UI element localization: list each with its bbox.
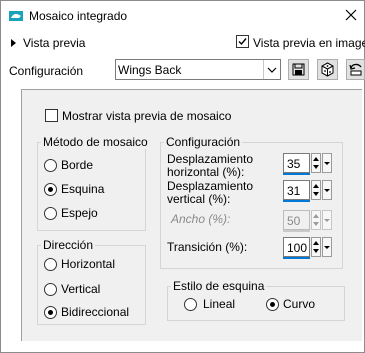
transition-input[interactable]: 100 — [283, 237, 310, 257]
direction-group: Dirección Horizontal Vertical Bidireccio… — [37, 238, 146, 325]
direction-title: Dirección — [41, 238, 96, 252]
v-offset-slider-button[interactable] — [322, 180, 332, 200]
transition-label: Transición (%): — [167, 240, 248, 254]
dialog-window: Mosaico integrado Vista previa Vista pre… — [0, 0, 365, 353]
randomize-button[interactable] — [317, 59, 338, 80]
check-icon — [238, 38, 247, 46]
chevron-down-icon — [324, 246, 330, 249]
updown-arrows-icon — [313, 184, 319, 196]
h-offset-slider[interactable] — [283, 173, 310, 175]
transition-spinner[interactable]: 100 — [283, 237, 332, 259]
radio-borde[interactable] — [44, 159, 57, 172]
chevron-down-icon — [324, 162, 330, 165]
preview-expander-label[interactable]: Vista previa — [23, 36, 85, 50]
h-offset-label-2: horizontal (%): — [167, 165, 245, 179]
updown-arrows-icon — [313, 241, 319, 253]
width-slider-button — [322, 210, 332, 230]
width-label: Ancho (%): — [171, 212, 231, 226]
width-value: 50 — [287, 214, 301, 228]
v-offset-slider[interactable] — [283, 200, 310, 202]
settings-panel: Mostrar vista previa de mosaico Método d… — [21, 89, 362, 341]
radio-esquina[interactable] — [44, 183, 57, 196]
save-icon — [292, 63, 305, 76]
preset-dropdown[interactable]: Wings Back — [115, 59, 281, 80]
save-preset-button[interactable] — [288, 59, 309, 80]
v-offset-spinner[interactable]: 31 — [283, 180, 332, 202]
h-offset-updown[interactable] — [311, 153, 321, 173]
reset-icon — [349, 63, 362, 76]
h-offset-label-1: Desplazamiento — [167, 152, 254, 166]
tiling-method-group: Método de mosaico Borde Esquina Espejo — [37, 135, 150, 231]
width-slider — [283, 230, 310, 232]
updown-arrows-icon — [313, 214, 319, 226]
transition-slider-button[interactable] — [322, 237, 332, 257]
radio-lineal-label: Lineal — [203, 297, 236, 311]
h-offset-input[interactable]: 35 — [283, 153, 310, 173]
transition-updown[interactable] — [311, 237, 321, 257]
width-spinner: 50 — [283, 210, 332, 232]
reset-button[interactable] — [346, 59, 365, 80]
radio-curvo-label: Curvo — [283, 297, 316, 311]
v-offset-label-1: Desplazamiento — [167, 179, 254, 193]
tiling-method-title: Método de mosaico — [41, 135, 150, 149]
updown-arrows-icon — [313, 157, 319, 169]
show-tile-preview-label: Mostrar vista previa de mosaico — [62, 109, 232, 123]
radio-espejo[interactable] — [44, 207, 57, 220]
settings-title: Configuración — [164, 135, 243, 149]
h-offset-slider-button[interactable] — [322, 153, 332, 173]
v-offset-input[interactable]: 31 — [283, 180, 310, 200]
app-icon — [9, 11, 23, 21]
h-offset-value: 35 — [287, 157, 301, 171]
window-title: Mosaico integrado — [29, 9, 128, 23]
chevron-down-icon — [324, 219, 330, 222]
radio-bidireccional-label: Bidireccional — [61, 305, 130, 319]
settings-group: Configuración Desplazamiento horizontal … — [160, 135, 343, 269]
radio-esquina-label: Esquina — [61, 182, 105, 196]
radio-horizontal-label: Horizontal — [61, 257, 116, 271]
chevron-down-icon — [324, 189, 330, 192]
transition-value: 100 — [287, 241, 308, 255]
v-offset-value: 31 — [287, 184, 301, 198]
corner-style-title: Estilo de esquina — [171, 279, 267, 293]
preview-on-image-checkbox[interactable] — [236, 35, 249, 48]
v-offset-label-2: vertical (%): — [167, 192, 231, 206]
radio-curvo[interactable] — [266, 298, 279, 311]
radio-bidireccional[interactable] — [44, 306, 57, 319]
width-input: 50 — [283, 210, 310, 230]
radio-lineal[interactable] — [184, 298, 197, 311]
close-icon[interactable] — [344, 8, 358, 22]
config-label: Configuración — [9, 64, 84, 78]
radio-borde-label: Borde — [61, 158, 94, 172]
radio-espejo-label: Espejo — [61, 206, 98, 220]
radio-vertical-label: Vertical — [61, 282, 101, 296]
expand-arrow-icon[interactable] — [10, 38, 18, 48]
preview-on-image-label: Vista previa en imagen — [253, 36, 365, 50]
transition-slider[interactable] — [283, 257, 310, 259]
show-tile-preview-checkbox[interactable] — [45, 109, 58, 122]
title-bar[interactable]: Mosaico integrado — [1, 1, 364, 31]
h-offset-spinner[interactable]: 35 — [283, 153, 332, 175]
radio-horizontal[interactable] — [44, 258, 57, 271]
preset-value: Wings Back — [118, 63, 182, 77]
randomize-icon — [321, 62, 334, 77]
v-offset-updown[interactable] — [311, 180, 321, 200]
width-updown — [311, 210, 321, 230]
chevron-down-icon — [267, 67, 277, 73]
corner-style-group: Estilo de esquina Lineal Curvo — [167, 279, 345, 321]
dropdown-arrow[interactable] — [263, 60, 280, 79]
radio-vertical[interactable] — [44, 283, 57, 296]
